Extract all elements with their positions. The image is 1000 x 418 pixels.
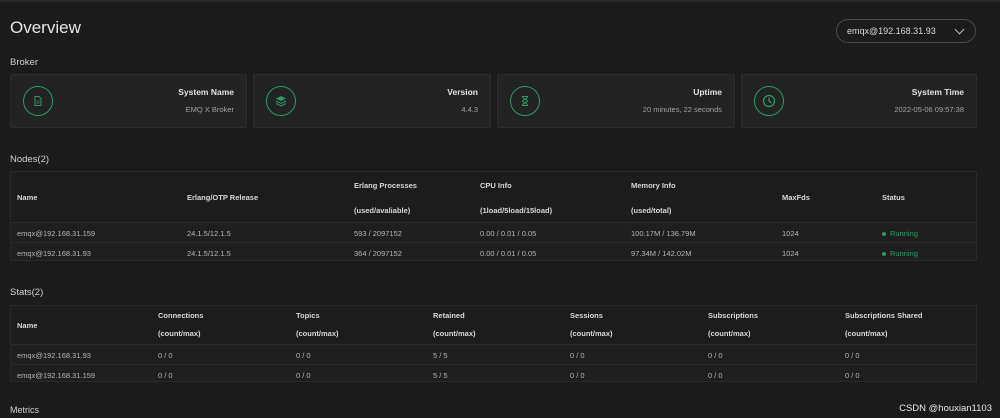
card-label: Version (447, 87, 478, 97)
node-select-value: emqx@192.168.31.93 (847, 26, 936, 36)
cell-subscriptions: 0 / 0 (708, 371, 723, 380)
col-maxfds: MaxFds (782, 193, 810, 202)
cell-name: emqx@192.168.31.159 (17, 371, 96, 380)
col-retained: Retained (433, 311, 465, 320)
col-sessions-sub: (count/max) (570, 329, 613, 338)
stats-section-label: Stats(2) (10, 287, 44, 298)
cell-topics: 0 / 0 (296, 351, 311, 360)
col-status: Status (882, 193, 905, 202)
cell-connections: 0 / 0 (158, 371, 173, 380)
bottom-bar: Metrics CSDN @houxian1103 (0, 400, 1000, 418)
nodes-table-header: Name Erlang/OTP Release Erlang Processes… (11, 172, 976, 223)
cell-sessions: 0 / 0 (570, 351, 585, 360)
uptime-card: Uptime 20 minutes, 22 seconds (497, 74, 735, 128)
cell-memory: 100.17M / 136.79M (631, 229, 696, 238)
watermark: CSDN @houxian1103 (899, 403, 992, 414)
nodes-table: Name Erlang/OTP Release Erlang Processes… (10, 171, 977, 261)
col-memory-sub: (used/total) (631, 206, 672, 215)
col-subscriptions: Subscriptions (708, 311, 759, 320)
col-subscriptions-shared-sub: (count/max) (845, 329, 888, 338)
node-select[interactable]: emqx@192.168.31.93 (836, 19, 976, 43)
broker-section-label: Broker (10, 57, 38, 68)
card-label: Uptime (693, 87, 722, 97)
col-processes-sub: (used/avaliable) (354, 206, 411, 215)
cell-name: emqx@192.168.31.93 (17, 249, 91, 258)
col-subscriptions-shared: Subscriptions Shared (845, 311, 923, 320)
status-badge: Running (882, 249, 918, 258)
cell-topics: 0 / 0 (296, 371, 311, 380)
cell-cpu: 0.00 / 0.01 / 0.05 (480, 229, 537, 238)
col-name: Name (17, 321, 38, 330)
page-title: Overview (10, 18, 81, 37)
table-row: emqx@192.168.31.93 24.1.5/12.1.5 364 / 2… (11, 243, 976, 262)
metrics-section-label: Metrics (10, 405, 39, 415)
card-value: 2022-05-06 09:57:38 (894, 105, 964, 114)
cell-name: emqx@192.168.31.93 (17, 351, 91, 360)
card-value: EMQ X Broker (185, 105, 234, 114)
col-name: Name (17, 193, 38, 202)
col-memory: Memory Info (631, 181, 676, 190)
nodes-section-label: Nodes(2) (10, 154, 50, 165)
version-card: Version 4.4.3 (253, 74, 491, 128)
card-label: System Time (911, 87, 964, 97)
table-row: emqx@192.168.31.159 24.1.5/12.1.5 593 / … (11, 223, 976, 243)
status-dot (882, 252, 886, 257)
cell-processes: 364 / 2097152 (354, 249, 402, 258)
top-divider (0, 0, 1000, 2)
cell-cpu: 0.00 / 0.01 / 0.05 (480, 249, 537, 258)
col-subscriptions-sub: (count/max) (708, 329, 751, 338)
table-row: emqx@192.168.31.159 0 / 0 0 / 0 5 / 5 0 … (11, 365, 976, 384)
col-erlang: Erlang/OTP Release (187, 193, 259, 202)
system-time-card: System Time 2022-05-06 09:57:38 (741, 74, 977, 128)
col-retained-sub: (count/max) (433, 329, 476, 338)
col-connections: Connections (158, 311, 204, 320)
cell-processes: 593 / 2097152 (354, 229, 402, 238)
col-processes: Erlang Processes (354, 181, 417, 190)
col-cpu: CPU Info (480, 181, 512, 190)
status-text: Running (890, 249, 918, 258)
col-topics: Topics (296, 311, 320, 320)
document-icon (23, 86, 53, 116)
col-topics-sub: (count/max) (296, 329, 339, 338)
stats-table-header: Name Connections (count/max) Topics (cou… (11, 306, 976, 345)
col-cpu-sub: (1load/5load/15load) (480, 206, 553, 215)
chevron-down-icon (954, 24, 965, 35)
system-name-card: System Name EMQ X Broker (10, 74, 247, 128)
cell-retained: 5 / 5 (433, 371, 448, 380)
cell-memory: 97.34M / 142.02M (631, 249, 692, 258)
table-row: emqx@192.168.31.93 0 / 0 0 / 0 5 / 5 0 /… (11, 345, 976, 365)
cell-subscriptions: 0 / 0 (708, 351, 723, 360)
status-dot (882, 232, 886, 237)
cell-subscriptions-shared: 0 / 0 (845, 371, 860, 380)
col-connections-sub: (count/max) (158, 329, 201, 338)
overview-page: Overview emqx@192.168.31.93 Broker Syste… (0, 0, 1000, 418)
card-value: 20 minutes, 22 seconds (642, 105, 722, 114)
cell-subscriptions-shared: 0 / 0 (845, 351, 860, 360)
stats-table: Name Connections (count/max) Topics (cou… (10, 305, 977, 382)
cell-erlang: 24.1.5/12.1.5 (187, 249, 231, 258)
cell-maxfds: 1024 (782, 249, 799, 258)
card-label: System Name (178, 87, 234, 97)
cell-name: emqx@192.168.31.159 (17, 229, 96, 238)
cell-connections: 0 / 0 (158, 351, 173, 360)
hourglass-icon (510, 86, 540, 116)
clock-icon (754, 86, 784, 116)
cell-maxfds: 1024 (782, 229, 799, 238)
status-text: Running (890, 229, 918, 238)
status-badge: Running (882, 229, 918, 238)
layers-icon (266, 86, 296, 116)
cell-sessions: 0 / 0 (570, 371, 585, 380)
cell-erlang: 24.1.5/12.1.5 (187, 229, 231, 238)
card-value: 4.4.3 (461, 105, 478, 114)
col-sessions: Sessions (570, 311, 603, 320)
cell-retained: 5 / 5 (433, 351, 448, 360)
